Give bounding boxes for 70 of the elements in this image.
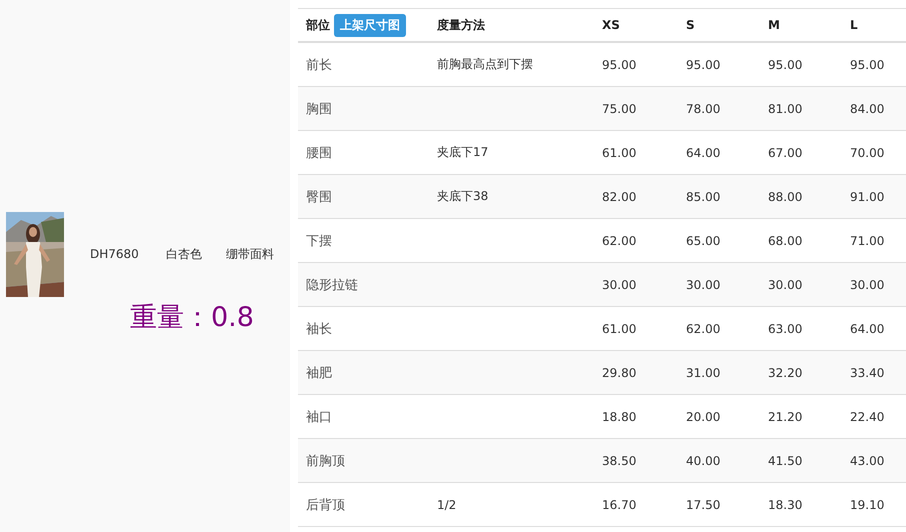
table-cell: 20.00	[686, 410, 720, 424]
column-header: XS	[602, 18, 620, 32]
table-cell: 85.00	[686, 190, 720, 204]
table-cell-text: 腰围	[306, 144, 332, 162]
table-cell: 71.00	[850, 234, 884, 248]
table-cell-text: 袖口	[306, 408, 332, 426]
table-cell: 22.40	[850, 410, 884, 424]
table-cell: 95.00	[686, 58, 720, 72]
table-cell-text: 袖肥	[306, 364, 332, 382]
table-cell: 19.10	[850, 498, 884, 512]
table-cell: 78.00	[686, 102, 720, 116]
table-cell: 30.00	[850, 278, 884, 292]
product-code: DH7680	[90, 247, 139, 261]
color-name: 白杏色	[166, 246, 202, 262]
table-cell: 18.80	[602, 410, 636, 424]
table-cell: 前胸最高点到下摆	[437, 56, 533, 73]
column-header: S	[686, 18, 695, 32]
column-header: 部位	[306, 16, 330, 34]
table-cell: 63.00	[768, 322, 802, 336]
table-cell: 82.00	[602, 190, 636, 204]
table-cell: 43.00	[850, 454, 884, 468]
table-cell: 81.00	[768, 102, 802, 116]
size-chart-button[interactable]: 上架尺寸图	[334, 14, 406, 36]
table-cell: 68.00	[768, 234, 802, 248]
table-cell-text: 后背顶	[306, 496, 345, 514]
table-cell: 84.00	[850, 102, 884, 116]
table-cell: 33.40	[850, 366, 884, 380]
table-cell-text: 胸围	[306, 100, 332, 118]
table-cell-text: 前长	[306, 56, 332, 74]
table-cell: 30.00	[768, 278, 802, 292]
column-header: 度量方法	[437, 16, 485, 34]
table-cell: 75.00	[602, 102, 636, 116]
table-cell: 67.00	[768, 146, 802, 160]
table-cell: 95.00	[602, 58, 636, 72]
table-cell: 1/2	[437, 498, 456, 512]
table-cell: 64.00	[686, 146, 720, 160]
table-cell: 31.00	[686, 366, 720, 380]
fabric-name: 绷带面料	[226, 246, 274, 262]
table-cell: 91.00	[850, 190, 884, 204]
table-cell: 18.30	[768, 498, 802, 512]
table-cell: 38.50	[602, 454, 636, 468]
table-cell-text: 前胸顶	[306, 452, 345, 470]
table-cell: 95.00	[850, 58, 884, 72]
table-cell: 61.00	[602, 322, 636, 336]
table-cell: 30.00	[602, 278, 636, 292]
table-cell: 16.70	[602, 498, 636, 512]
table-cell-text: 下摆	[306, 232, 332, 250]
table-cell: 65.00	[686, 234, 720, 248]
table-cell: 17.50	[686, 498, 720, 512]
table-cell-text: 袖长	[306, 320, 332, 338]
table-cell: 41.50	[768, 454, 802, 468]
table-cell: 62.00	[602, 234, 636, 248]
table-cell: 88.00	[768, 190, 802, 204]
table-cell: 夹底下38	[437, 188, 488, 205]
table-cell: 62.00	[686, 322, 720, 336]
table-cell: 61.00	[602, 146, 636, 160]
table-cell: 70.00	[850, 146, 884, 160]
table-cell: 40.00	[686, 454, 720, 468]
table-cell: 64.00	[850, 322, 884, 336]
table-cell: 95.00	[768, 58, 802, 72]
table-cell: 29.80	[602, 366, 636, 380]
table-cell: 30.00	[686, 278, 720, 292]
column-header: L	[850, 18, 858, 32]
column-header: M	[768, 18, 780, 32]
table-cell: 夹底下17	[437, 144, 488, 161]
table-cell: 32.20	[768, 366, 802, 380]
table-cell: 21.20	[768, 410, 802, 424]
table-cell-text: 臀围	[306, 188, 332, 206]
weight-label: 重量：0.8	[129, 300, 255, 334]
table-cell-text: 隐形拉链	[306, 276, 358, 294]
